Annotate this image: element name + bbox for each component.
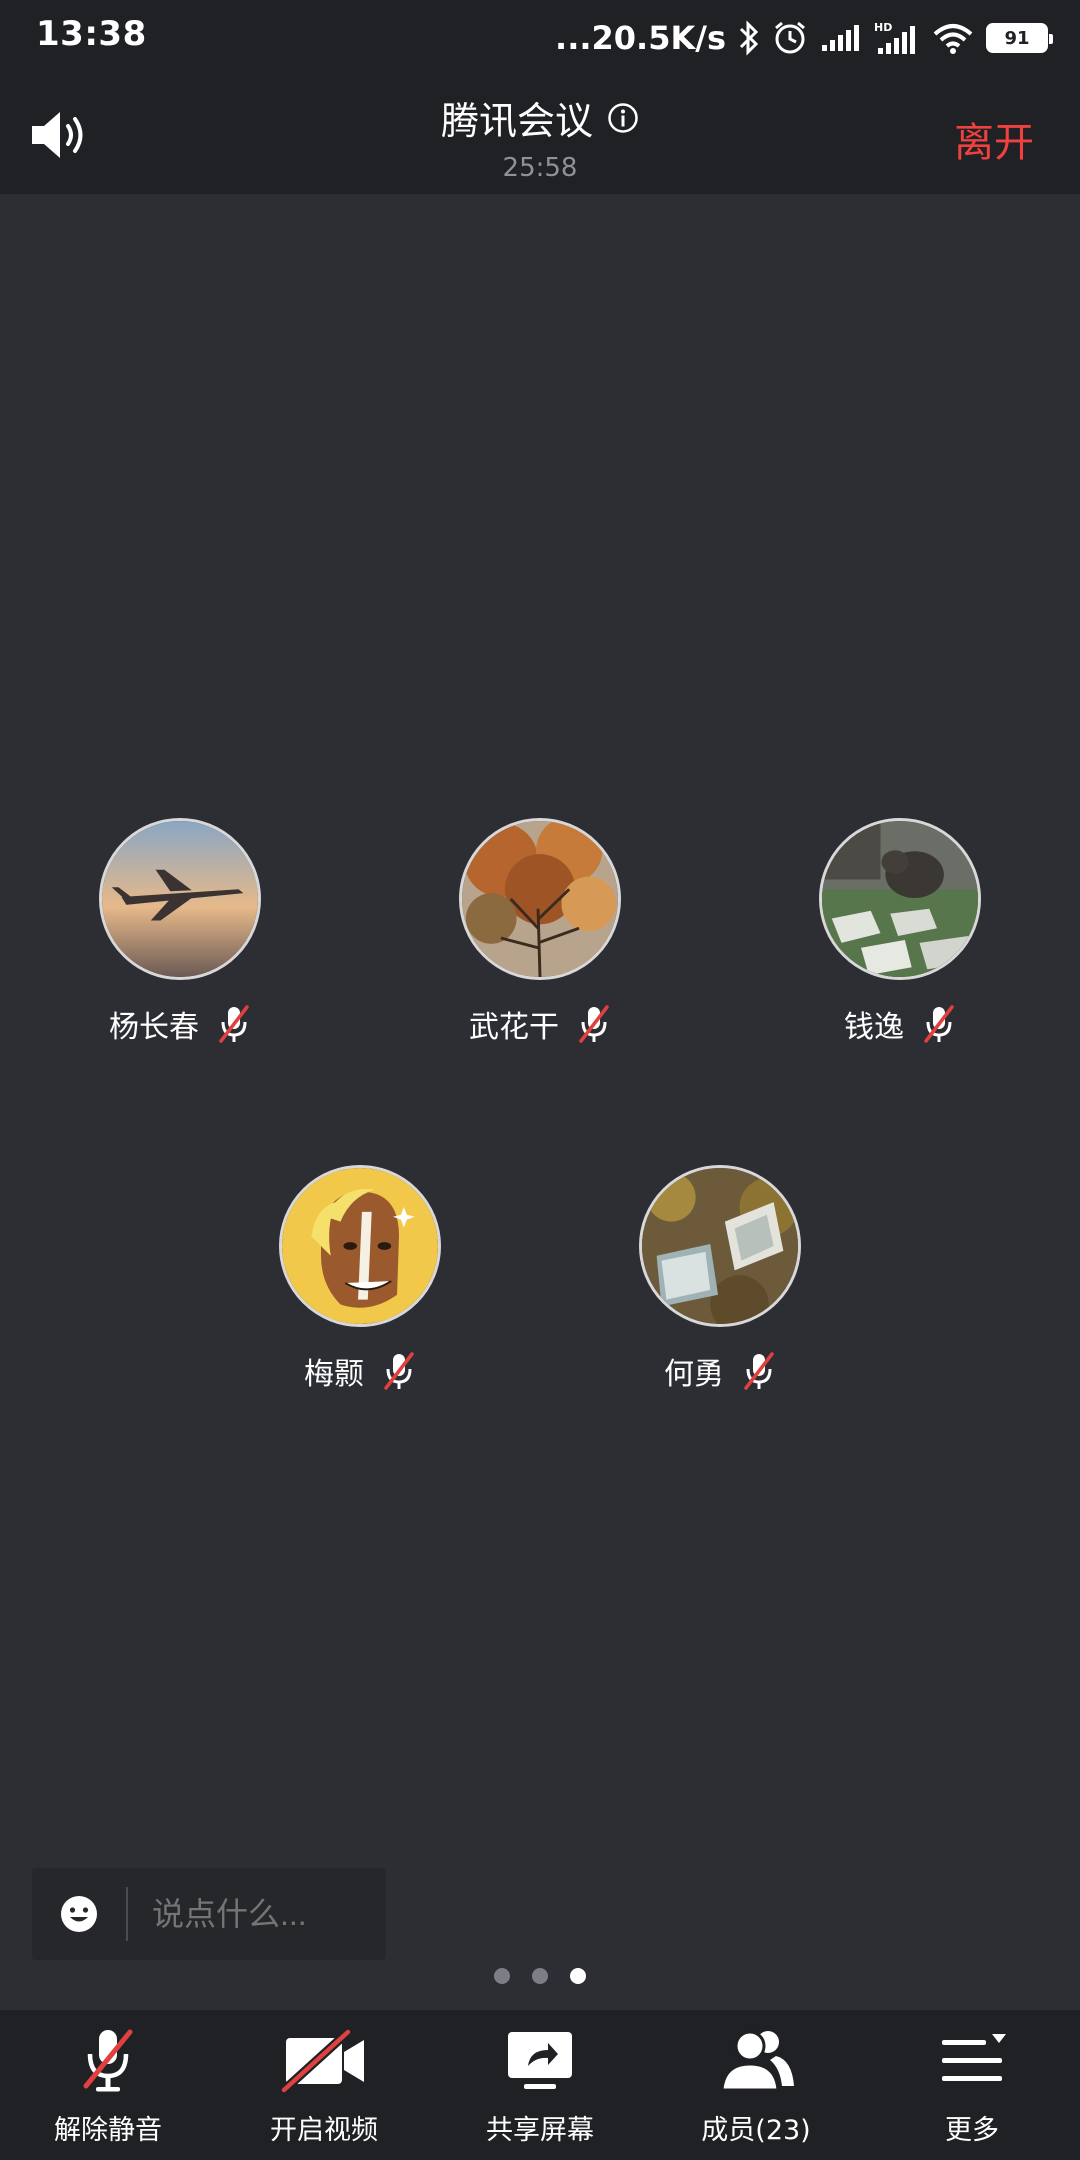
members-button[interactable]: 成员(23): [648, 2010, 864, 2160]
chat-input[interactable]: [150, 1894, 354, 1934]
wifi-icon: [933, 24, 973, 54]
participant-tile[interactable]: 武花干: [410, 818, 670, 1058]
muted-mic-icon: [924, 1005, 954, 1043]
signal-icon: [822, 25, 859, 51]
members-icon: [720, 2030, 794, 2092]
more-menu-icon: [942, 2034, 1006, 2081]
airplane-avatar-image: [102, 821, 258, 977]
muted-mic-icon: [384, 1352, 414, 1390]
battery-indicator: 91: [986, 23, 1053, 53]
start-video-button[interactable]: 开启视频: [216, 2010, 432, 2160]
meeting-title-row[interactable]: 腾讯会议: [441, 90, 639, 145]
status-bar: 13:38 ...20.5K/s HD 91: [0, 0, 1080, 76]
participant-tile[interactable]: 钱逸: [770, 818, 1030, 1058]
info-icon[interactable]: [607, 102, 639, 134]
share-screen-label: 共享屏幕: [486, 2115, 594, 2146]
avatar: [819, 818, 981, 980]
video-off-icon: [279, 2027, 364, 2095]
participant-name: 何勇: [664, 1357, 724, 1392]
leave-button[interactable]: 离开: [954, 110, 1034, 168]
alarm-icon: [775, 21, 805, 54]
participant-name: 杨长春: [109, 1010, 199, 1045]
books-avatar-image: [642, 1168, 798, 1324]
page-dot[interactable]: [494, 1968, 510, 1984]
meeting-title: 腾讯会议: [440, 99, 593, 143]
unmute-button[interactable]: 解除静音: [0, 2010, 216, 2160]
bottom-toolbar: 解除静音 开启视频 共享屏幕 成员(23) 更多: [0, 2010, 1080, 2160]
more-button[interactable]: 更多: [864, 2010, 1080, 2160]
network-speed: ...20.5K/s: [555, 19, 726, 57]
participant-name: 钱逸: [844, 1010, 904, 1045]
muted-mic-icon: [83, 2029, 133, 2092]
hd-signal-icon: HD: [874, 21, 915, 54]
participant-name-row: 梅颢: [230, 1349, 490, 1393]
avatar: [459, 818, 621, 980]
participant-name: 梅颢: [304, 1357, 364, 1392]
avatar: [639, 1165, 801, 1327]
share-screen-button[interactable]: 共享屏幕: [432, 2010, 648, 2160]
participant-tile[interactable]: 杨长春: [50, 818, 310, 1058]
status-time: 13:38: [36, 14, 147, 54]
participant-name-row: 钱逸: [770, 1002, 1030, 1046]
participant-tile[interactable]: 何勇: [590, 1165, 850, 1405]
autumn-tree-avatar-image: [462, 821, 618, 977]
page-indicator: [0, 1968, 1080, 1984]
more-label: 更多: [945, 2115, 999, 2146]
share-screen-icon: [508, 2032, 572, 2089]
muted-mic-icon: [579, 1005, 609, 1043]
meeting-header: 腾讯会议 25:58 离开: [0, 76, 1080, 194]
avatar: [99, 818, 261, 980]
participant-name: 武花干: [469, 1010, 559, 1045]
participant-name-row: 杨长春: [50, 1002, 310, 1046]
chat-divider: [126, 1887, 128, 1941]
title-block: 腾讯会议 25:58: [0, 90, 1080, 183]
participant-tile[interactable]: 梅颢: [230, 1165, 490, 1405]
page-dot[interactable]: [532, 1968, 548, 1984]
muted-mic-icon: [744, 1352, 774, 1390]
page-dot-active[interactable]: [570, 1968, 586, 1984]
horse-cartoon-avatar-image: [282, 1168, 438, 1324]
participant-name-row: 何勇: [590, 1349, 850, 1393]
dog-sculpture-avatar-image: [822, 821, 978, 977]
participant-name-row: 武花干: [410, 1002, 670, 1046]
svg-text:HD: HD: [874, 21, 892, 34]
chat-bar[interactable]: [32, 1868, 386, 1960]
start-video-label: 开启视频: [270, 2115, 378, 2146]
members-label: 成员(23): [701, 2115, 811, 2146]
status-icons: ...20.5K/s HD 91: [555, 12, 1053, 64]
meeting-timer: 25:58: [502, 153, 578, 183]
emoji-icon[interactable]: [58, 1893, 100, 1935]
bluetooth-icon: [739, 20, 759, 56]
avatar: [279, 1165, 441, 1327]
unmute-label: 解除静音: [54, 2115, 162, 2146]
muted-mic-icon: [219, 1005, 249, 1043]
